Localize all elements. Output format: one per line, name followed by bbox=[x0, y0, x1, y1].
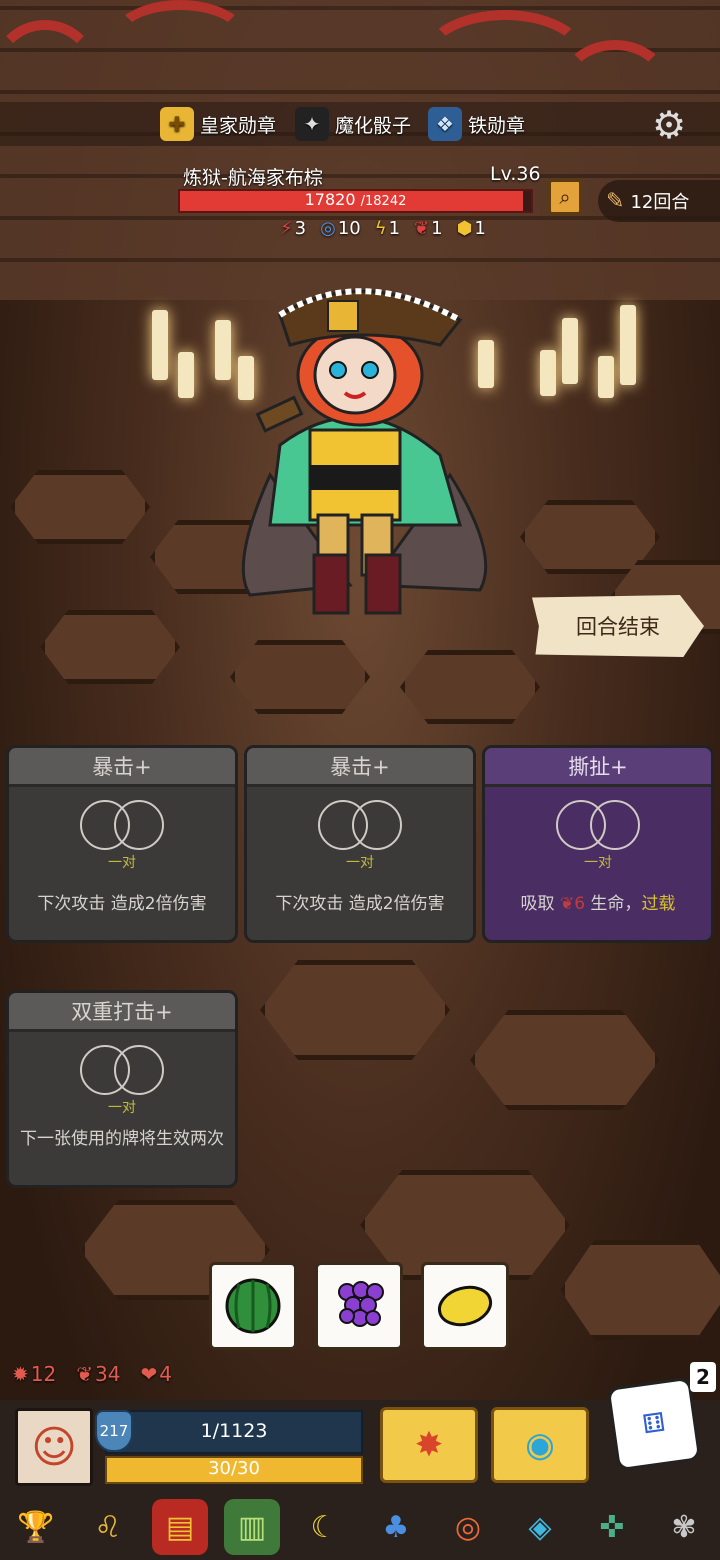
card-description: 下一张使用的牌将生效两次 bbox=[20, 1129, 224, 1149]
compass-icon[interactable]: ✜ bbox=[584, 1499, 640, 1555]
iron-medal-icon: ❖ bbox=[428, 107, 462, 141]
enemy-vortex-stat: ◎ 10 bbox=[320, 218, 361, 239]
lemon-icon bbox=[437, 1285, 493, 1327]
card-double-strike[interactable]: 双重打击+ 一对 下一张使用的牌将生效两次 bbox=[6, 990, 238, 1188]
dice-count-badge: 2 bbox=[690, 1362, 716, 1392]
inspect-enemy-button[interactable]: ⌕ bbox=[548, 179, 582, 215]
hero-portrait-icon: ☺ bbox=[31, 1421, 77, 1473]
candle bbox=[562, 318, 578, 384]
vortex-icon: ◎ bbox=[320, 218, 336, 239]
royal-medal-icon: ✚ bbox=[160, 107, 194, 141]
armor-icon: ⬢ bbox=[456, 218, 473, 239]
card-title: 暴击+ bbox=[9, 748, 235, 787]
enemy-armor-stat: ⬢ 1 bbox=[456, 218, 486, 239]
player-heart-stat: ❤ 4 bbox=[140, 1362, 172, 1386]
scroll-icon: ✎ bbox=[606, 188, 625, 214]
card-condition: 一对 bbox=[584, 855, 612, 871]
card-title: 暴击+ bbox=[247, 748, 473, 787]
pair-slot-icon bbox=[80, 800, 164, 850]
pair-slot-icon bbox=[80, 1045, 164, 1095]
dice-icon: ⚅ bbox=[640, 1407, 668, 1441]
shield-badge: 217 bbox=[95, 1410, 133, 1452]
card-critical[interactable]: 暴击+ 一对 下次攻击 造成2倍伤害 bbox=[244, 745, 476, 943]
card-critical[interactable]: 暴击+ 一对 下次攻击 造成2倍伤害 bbox=[6, 745, 238, 943]
medal-royal[interactable]: ✚ 皇家勋章 bbox=[160, 104, 276, 144]
gear-icon: ⚙ bbox=[651, 103, 687, 147]
lion-icon[interactable]: ♌ bbox=[80, 1499, 136, 1555]
card-condition: 一对 bbox=[346, 855, 374, 871]
card-title: 双重打击+ bbox=[9, 993, 235, 1032]
watermelon-icon bbox=[225, 1278, 281, 1334]
candle bbox=[598, 356, 614, 398]
player-hp-text: 1/1123 bbox=[200, 1420, 268, 1442]
relic-bar: 🏆 ♌ ▤ ▥ ☾ ♣ ◎ ◈ ✜ ✾ bbox=[0, 1494, 720, 1560]
reroll-dice-button[interactable]: ⚅ bbox=[606, 1376, 702, 1472]
die-lemon[interactable] bbox=[421, 1262, 509, 1350]
green-book-icon[interactable]: ▥ bbox=[224, 1499, 280, 1555]
tentacle-decoration bbox=[110, 0, 250, 80]
card-title: 撕扯+ bbox=[485, 748, 711, 787]
player-energy-text: 30/30 bbox=[208, 1458, 260, 1479]
crit-icon: ⚡ bbox=[280, 218, 293, 239]
bleed-icon: ❦ bbox=[76, 1362, 93, 1386]
die-watermelon[interactable] bbox=[209, 1262, 297, 1350]
crystal-icon[interactable]: ◈ bbox=[512, 1499, 568, 1555]
medal-iron[interactable]: ❖ 铁勋章 bbox=[428, 104, 525, 144]
player-status-effects: ✹ 12 ❦ 34 ❤ 4 bbox=[12, 1362, 172, 1386]
water-skull-icon: ◉ bbox=[525, 1425, 555, 1465]
player-avatar[interactable]: ☺ bbox=[15, 1408, 93, 1486]
pair-slot-icon bbox=[556, 800, 640, 850]
card-condition: 一对 bbox=[108, 1100, 136, 1116]
card-condition: 一对 bbox=[108, 855, 136, 871]
silver-beetle-icon[interactable]: ✾ bbox=[656, 1499, 712, 1555]
turn-counter: ✎ 12回合 bbox=[598, 180, 720, 222]
crit-icon: ✹ bbox=[12, 1362, 29, 1386]
mushroom-icon[interactable]: ♣ bbox=[368, 1499, 424, 1555]
enemy-level: Lv.36 bbox=[490, 163, 541, 185]
heart-icon: ❤ bbox=[140, 1362, 158, 1386]
player-bleed-stat: ❦ 34 bbox=[76, 1362, 121, 1386]
bleed-icon: ❦ bbox=[414, 218, 430, 239]
fire-dice-icon: ✸ bbox=[414, 1425, 444, 1465]
moon-star-icon[interactable]: ☾ bbox=[296, 1499, 352, 1555]
player-crit-stat: ✹ 12 bbox=[12, 1362, 57, 1386]
card-description: 吸取 ❦6 生命，过载 bbox=[520, 894, 676, 914]
candle bbox=[540, 350, 556, 396]
demon-dice-icon: ✦ bbox=[295, 107, 329, 141]
card-description: 下次攻击 造成2倍伤害 bbox=[37, 894, 207, 914]
enemy-hp-text: 17820 /18242 bbox=[304, 190, 407, 209]
die-grapes[interactable] bbox=[315, 1262, 403, 1350]
magnifier-icon: ⌕ bbox=[559, 185, 571, 209]
red-book-icon[interactable]: ▤ bbox=[152, 1499, 208, 1555]
candle bbox=[620, 305, 636, 385]
medal-demon-dice[interactable]: ✦ 魔化骰子 bbox=[295, 104, 411, 144]
donut-icon[interactable]: ◎ bbox=[440, 1499, 496, 1555]
pair-slot-icon bbox=[318, 800, 402, 850]
settings-button[interactable]: ⚙ bbox=[640, 100, 698, 150]
lightning-icon: ϟ bbox=[374, 218, 387, 239]
skill-fire-dice-button[interactable]: ✸ bbox=[380, 1407, 478, 1483]
enemy-status-effects: ⚡ 3 ◎ 10 ϟ1 ❦ 1 ⬢ 1 bbox=[280, 218, 486, 239]
candle bbox=[152, 310, 168, 380]
bleed-icon: ❦ bbox=[559, 894, 575, 914]
enemy-name: 炼狱-航海家布棕 bbox=[183, 167, 323, 189]
enemy-bleed-stat: ❦ 1 bbox=[414, 218, 443, 239]
end-turn-button[interactable]: 回合结束 bbox=[532, 595, 704, 657]
card-tear[interactable]: 撕扯+ 一对 吸取 ❦6 生命，过载 bbox=[482, 745, 714, 943]
enemy-crit-stat: ⚡ 3 bbox=[280, 218, 307, 239]
enemy-lightning-stat: ϟ1 bbox=[374, 218, 401, 239]
skill-water-skull-button[interactable]: ◉ bbox=[491, 1407, 589, 1483]
enemy-character[interactable] bbox=[210, 265, 510, 625]
candle bbox=[178, 352, 194, 398]
trophy-icon[interactable]: 🏆 bbox=[8, 1499, 64, 1555]
grapes-icon bbox=[338, 1281, 384, 1327]
card-description: 下次攻击 造成2倍伤害 bbox=[275, 894, 445, 914]
